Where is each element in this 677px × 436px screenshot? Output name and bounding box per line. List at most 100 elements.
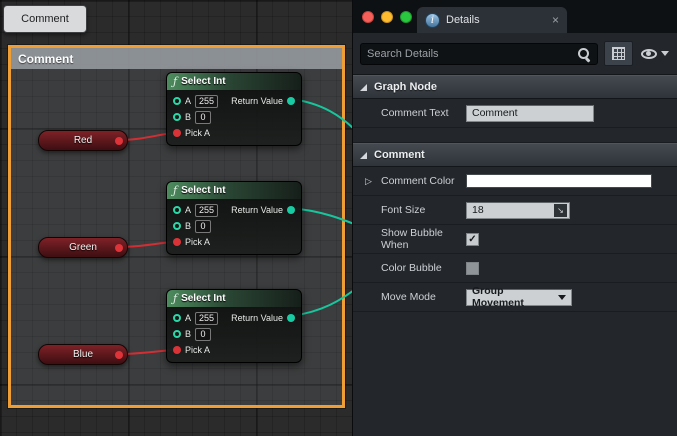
row-show-bubble-when: Show Bubble When ✓ [353,225,677,254]
section-title: Comment [374,149,425,161]
pin-label-b: B [185,112,191,122]
section-expanded-icon [360,84,367,91]
int-input-pin-b[interactable] [173,113,181,121]
show-bubble-when-checkbox[interactable]: ✓ [466,233,479,246]
close-window-icon[interactable] [362,11,374,23]
bool-output-pin[interactable] [115,351,123,359]
pin-label-return: Return Value [231,96,283,106]
property-label: Font Size [381,204,466,216]
search-placeholder: Search Details [367,48,439,60]
minimize-window-icon[interactable] [381,11,393,23]
pin-label-pick-a: Pick A [185,237,210,247]
function-icon: ƒ [173,75,177,88]
section-comment[interactable]: Comment [353,143,677,167]
pin-value-b[interactable]: 0 [195,220,211,233]
variable-label: Green [69,242,97,253]
grid-icon [612,47,625,60]
section-title: Graph Node [374,81,437,93]
bool-input-pin-pick-a[interactable] [173,238,181,246]
color-bubble-checkbox[interactable]: ✓ [466,262,479,275]
int-input-pin-a[interactable] [173,97,181,105]
node-title: Select Int [181,293,225,304]
select-int-node[interactable]: ƒ Select Int A 255 Return Value B 0 [166,289,302,363]
variable-label: Red [74,135,92,146]
section-spacer [353,128,677,143]
bool-output-pin[interactable] [115,244,123,252]
row-comment-color: ▷ Comment Color [353,167,677,196]
chevron-down-icon [661,51,669,56]
property-label: Move Mode [381,291,466,303]
font-size-input[interactable]: 18 ↘ [466,202,570,219]
comment-node-title: Comment [18,52,73,66]
search-input[interactable]: Search Details [360,43,598,65]
variable-label: Blue [73,349,93,360]
pin-value-a[interactable]: 255 [195,204,218,217]
property-label: Show Bubble When [381,227,466,251]
details-toolbar: Search Details [353,33,677,75]
move-mode-dropdown[interactable]: Group Movement [466,289,572,306]
row-comment-text: Comment Text Comment [353,99,677,128]
function-icon: ƒ [173,184,177,197]
view-options-button[interactable] [639,49,671,59]
pin-label-a: A [185,96,191,106]
blueprint-editor: Comment Comment ƒ Select Int A 255 [0,0,677,436]
variable-node-blue[interactable]: Blue [38,344,128,365]
pin-value-a[interactable]: 255 [195,312,218,325]
pin-label-b: B [185,329,191,339]
pin-value-a[interactable]: 255 [195,95,218,108]
pin-label-return: Return Value [231,205,283,215]
select-int-node[interactable]: ƒ Select Int A 255 Return Value B 0 [166,72,302,146]
return-value-pin[interactable] [287,314,295,322]
pin-label-a: A [185,313,191,323]
pin-value-b[interactable]: 0 [195,111,211,124]
return-value-pin[interactable] [287,97,295,105]
pin-label-pick-a: Pick A [185,128,210,138]
bool-input-pin-pick-a[interactable] [173,346,181,354]
section-expanded-icon [360,152,367,159]
node-header[interactable]: ƒ Select Int [167,182,301,199]
value-drag-handle-icon[interactable]: ↘ [554,204,567,217]
window-titlebar[interactable]: i Details × [353,0,677,33]
select-int-node[interactable]: ƒ Select Int A 255 Return Value B 0 [166,181,302,255]
details-panel: i Details × Search Details Graph Node [352,0,677,436]
comment-bubble-text: Comment [21,13,69,25]
pin-value-b[interactable]: 0 [195,328,211,341]
tab-close-icon[interactable]: × [552,14,559,26]
variable-node-red[interactable]: Red [38,130,128,151]
return-value-pin[interactable] [287,206,295,214]
comment-node-header[interactable]: Comment [11,48,342,69]
comment-text-input[interactable]: Comment [466,105,594,122]
node-title: Select Int [181,76,225,87]
expander-icon[interactable]: ▷ [365,177,372,186]
comment-bubble[interactable]: Comment [3,5,87,33]
property-label: Comment Color [381,175,466,187]
int-input-pin-a[interactable] [173,206,181,214]
property-label: Comment Text [381,107,466,119]
section-graph-node[interactable]: Graph Node [353,75,677,99]
check-icon: ✓ [468,234,476,245]
property-matrix-button[interactable] [604,41,633,66]
function-icon: ƒ [173,292,177,305]
property-label: Color Bubble [381,262,466,274]
tab-details[interactable]: i Details × [417,7,567,33]
node-header[interactable]: ƒ Select Int [167,290,301,307]
row-font-size: Font Size 18 ↘ [353,196,677,225]
comment-color-swatch[interactable] [466,174,652,188]
pin-label-a: A [185,205,191,215]
int-input-pin-a[interactable] [173,314,181,322]
eye-icon [641,49,657,59]
int-input-pin-b[interactable] [173,330,181,338]
pin-label-return: Return Value [231,313,283,323]
pin-label-b: B [185,221,191,231]
node-header[interactable]: ƒ Select Int [167,73,301,90]
int-input-pin-b[interactable] [173,222,181,230]
maximize-window-icon[interactable] [400,11,412,23]
bool-input-pin-pick-a[interactable] [173,129,181,137]
bool-output-pin[interactable] [115,137,123,145]
node-title: Select Int [181,185,225,196]
dropdown-arrow-icon [558,295,566,300]
window-controls [362,11,412,23]
move-mode-value: Group Movement [472,285,558,309]
variable-node-green[interactable]: Green [38,237,128,258]
row-color-bubble: Color Bubble ✓ [353,254,677,283]
